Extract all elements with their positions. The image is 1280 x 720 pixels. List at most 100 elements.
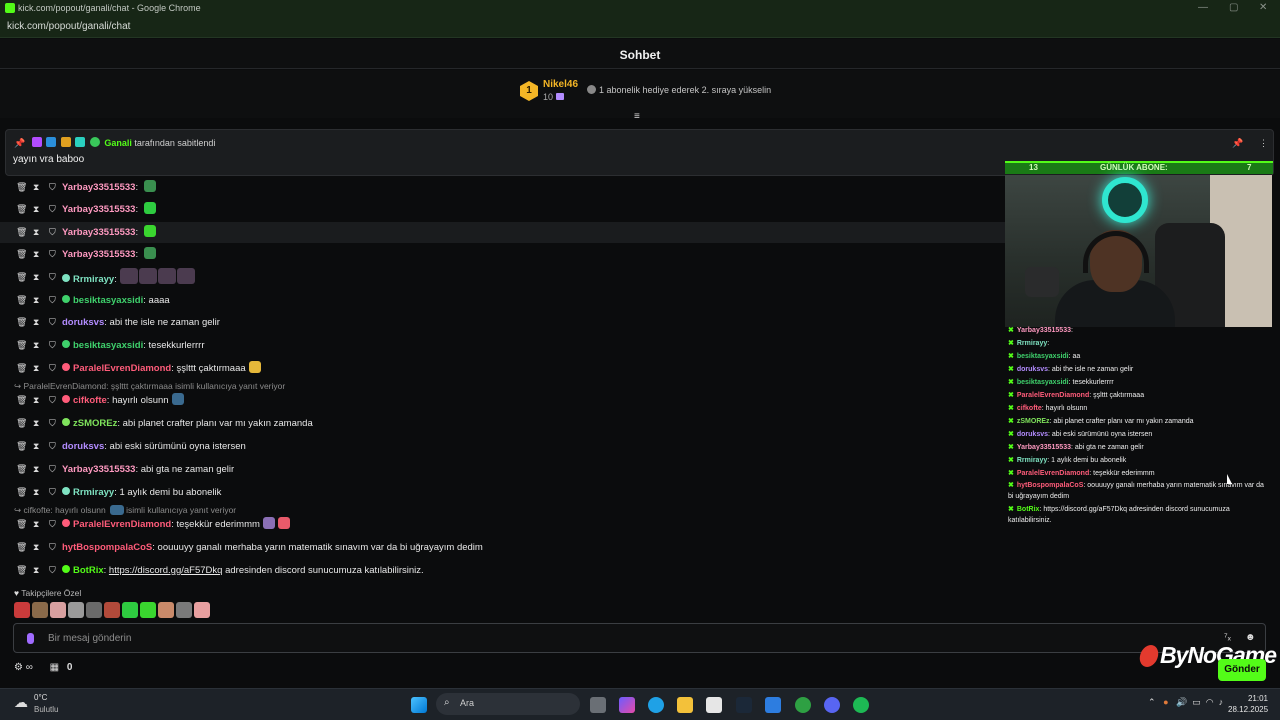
timeout-icon[interactable]: ⧗: [33, 483, 39, 502]
chat-username[interactable]: BotRix: [73, 565, 104, 576]
timeout-icon[interactable]: ⧗: [33, 515, 39, 534]
expand-chevron-icon[interactable]: ≡: [634, 112, 646, 122]
mic-tray-icon[interactable]: ●: [1163, 697, 1168, 707]
trash-icon[interactable]: 🗑: [16, 178, 27, 197]
spotify-icon[interactable]: [853, 697, 869, 713]
edge-icon[interactable]: [648, 697, 664, 713]
shield-icon[interactable]: ⛉: [49, 291, 56, 310]
mic-icon[interactable]: [27, 633, 34, 644]
chat-username[interactable]: Yarbay33515533: [62, 249, 135, 260]
weather-icon[interactable]: ☁: [14, 694, 28, 711]
chat-link[interactable]: https://discord.gg/aF57Dkq: [109, 565, 223, 576]
store-icon[interactable]: ▦: [50, 662, 59, 673]
message-placeholder[interactable]: Bir mesaj gönderin: [48, 633, 131, 644]
speaker-icon[interactable]: ♪: [1219, 697, 1224, 707]
close-icon[interactable]: ✕: [1259, 2, 1267, 13]
minimize-icon[interactable]: —: [1198, 2, 1208, 13]
timeout-icon[interactable]: ⧗: [33, 313, 39, 332]
copilot-icon[interactable]: [619, 697, 635, 713]
weather-temp[interactable]: 0°C: [34, 693, 47, 702]
emote-picker-icon[interactable]: [140, 602, 156, 618]
chat-username[interactable]: Yarbay33515533: [62, 464, 135, 475]
unpin-icon[interactable]: 📌: [1232, 138, 1243, 149]
chat-message[interactable]: 🗑 ⧗ ⛉ Yarbay33515533:: [0, 222, 1005, 243]
timeout-icon[interactable]: ⧗: [33, 391, 39, 410]
shield-icon[interactable]: ⛉: [49, 313, 56, 332]
shield-icon[interactable]: ⛉: [49, 437, 56, 456]
maximize-icon[interactable]: ▢: [1229, 2, 1238, 13]
chat-message[interactable]: 🗑 ⧗ ⛉ Yarbay33515533: abi gta ne zaman geli…: [0, 459, 1005, 480]
trash-icon[interactable]: 🗑: [16, 268, 27, 287]
chevron-up-icon[interactable]: ⌃: [1148, 697, 1156, 707]
infinity-icon[interactable]: ∞: [26, 662, 33, 673]
chat-username[interactable]: besiktasyaxsidi: [73, 340, 143, 351]
shield-icon[interactable]: ⛉: [49, 200, 56, 219]
timeout-icon[interactable]: ⧗: [33, 268, 39, 287]
pinner-name[interactable]: Ganali: [104, 138, 132, 148]
settings-icon[interactable]: ⚙: [14, 662, 23, 673]
url-text[interactable]: kick.com/popout/ganali/chat: [7, 21, 130, 32]
emote-picker-icon[interactable]: [32, 602, 48, 618]
emote-picker-icon[interactable]: [68, 602, 84, 618]
trash-icon[interactable]: 🗑: [16, 483, 27, 502]
chat-message[interactable]: 🗑 ⧗ ⛉ doruksvs: abi eski sürümünü oyna iste…: [0, 436, 1005, 457]
chat-username[interactable]: Yarbay33515533: [62, 182, 135, 193]
shield-icon[interactable]: ⛉: [49, 391, 56, 410]
emote-picker-icon[interactable]: [14, 602, 30, 618]
chat-message[interactable]: 🗑 ⧗ ⛉ cifkofte: hayırlı olsunn: [0, 390, 1005, 411]
emote-picker-icon[interactable]: [86, 602, 102, 618]
timeout-icon[interactable]: ⧗: [33, 291, 39, 310]
emote-picker-icon[interactable]: [194, 602, 210, 618]
shield-icon[interactable]: ⛉: [49, 223, 56, 242]
timeout-icon[interactable]: ⧗: [33, 336, 39, 355]
trash-icon[interactable]: 🗑: [16, 336, 27, 355]
trash-icon[interactable]: 🗑: [16, 245, 27, 264]
timeout-icon[interactable]: ⧗: [33, 245, 39, 264]
timeout-icon[interactable]: ⧗: [33, 200, 39, 219]
timeout-icon[interactable]: ⧗: [33, 561, 39, 580]
trash-icon[interactable]: 🗑: [16, 561, 27, 580]
start-icon[interactable]: [411, 697, 427, 713]
shield-icon[interactable]: ⛉: [49, 178, 56, 197]
shield-icon[interactable]: ⛉: [49, 245, 56, 264]
chat-username[interactable]: cifkofte: [73, 395, 107, 406]
shield-icon[interactable]: ⛉: [49, 561, 56, 580]
shield-icon[interactable]: ⛉: [49, 460, 56, 479]
chat-message[interactable]: 🗑 ⧗ ⛉ Rrmirayy: 1 aylık demi bu abonelik: [0, 482, 1005, 503]
shield-icon[interactable]: ⛉: [49, 359, 56, 378]
chat-username[interactable]: hytBospompalaCoS: [62, 542, 152, 553]
wifi-icon[interactable]: ◠: [1206, 697, 1214, 707]
chat-username[interactable]: doruksvs: [62, 317, 104, 328]
emote-picker-icon[interactable]: [158, 602, 174, 618]
trash-icon[interactable]: 🗑: [16, 200, 27, 219]
chat-username[interactable]: besiktasyaxsidi: [73, 295, 143, 306]
chat-message[interactable]: 🗑 ⧗ ⛉ besiktasyaxsidi: aaaa: [0, 290, 1005, 311]
timeout-icon[interactable]: ⧗: [33, 414, 39, 433]
chat-username[interactable]: Rrmirayy: [73, 487, 114, 498]
trash-icon[interactable]: 🗑: [16, 391, 27, 410]
trash-icon[interactable]: 🗑: [16, 313, 27, 332]
shield-icon[interactable]: ⛉: [49, 538, 56, 557]
chat-username[interactable]: Yarbay33515533: [62, 204, 135, 215]
taskbar-clock[interactable]: 21:01 28.12.2025: [1228, 693, 1268, 715]
timeout-icon[interactable]: ⧗: [33, 178, 39, 197]
address-bar[interactable]: kick.com/popout/ganali/chat: [0, 17, 1280, 38]
chat-message[interactable]: 🗑 ⧗ ⛉ Yarbay33515533:: [0, 177, 1005, 198]
timeout-icon[interactable]: ⧗: [33, 223, 39, 242]
chat-message[interactable]: 🗑 ⧗ ⛉ BotRix: https://discord.gg/aF57Dkq ad…: [0, 560, 1005, 581]
chat-username[interactable]: ParalelEvrenDiamond: [73, 519, 171, 530]
taskbar-search[interactable]: ⌕ Ara: [436, 693, 580, 715]
trash-icon[interactable]: 🗑: [16, 437, 27, 456]
trash-icon[interactable]: 🗑: [16, 515, 27, 534]
message-input[interactable]: Bir mesaj gönderin ⁷ₓ ☻: [13, 623, 1266, 653]
timeout-icon[interactable]: ⧗: [33, 538, 39, 557]
trash-icon[interactable]: 🗑: [16, 460, 27, 479]
store-app-icon[interactable]: [706, 697, 722, 713]
chat-message[interactable]: 🗑 ⧗ ⛉ ParalelEvrenDiamond: şşlttt çaktırmaa…: [0, 358, 1005, 379]
emote-picker-icon[interactable]: [104, 602, 120, 618]
emote-picker-icon[interactable]: [122, 602, 138, 618]
task-view-icon[interactable]: [590, 697, 606, 713]
trash-icon[interactable]: 🗑: [16, 291, 27, 310]
chat-username[interactable]: doruksvs: [62, 441, 104, 452]
chat-message[interactable]: 🗑 ⧗ ⛉ Yarbay33515533:: [0, 244, 1005, 265]
